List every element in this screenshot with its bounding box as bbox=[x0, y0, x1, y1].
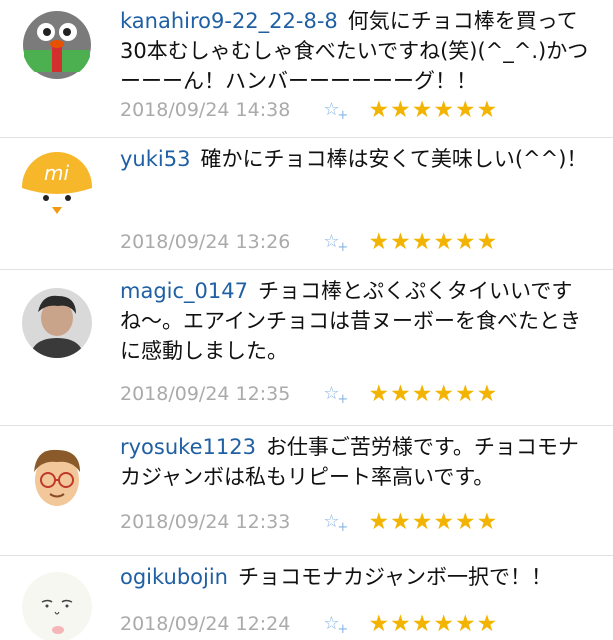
favorite-star-plus-icon[interactable]: ☆ + bbox=[323, 609, 351, 639]
comment-username[interactable]: ogikubojin bbox=[120, 565, 228, 589]
comment-username[interactable]: yuki53 bbox=[120, 147, 190, 171]
rating-stars: ★★★★★★ bbox=[368, 610, 499, 637]
svg-text:mi: mi bbox=[44, 161, 69, 185]
comment-item: ryosuke1123 お仕事ご苦労様です。チョコモナカジャンボは私もリピート率高… bbox=[0, 426, 613, 556]
comment-item: magic_0147 チョコ棒とぷくぷくタイいいですね〜。エアインチョコは昔ヌーボ… bbox=[0, 270, 613, 426]
rating-stars: ★★★★★★ bbox=[368, 228, 499, 255]
boy-glasses-avatar-icon bbox=[22, 442, 92, 512]
comment-timestamp: 2018/09/24 13:26 bbox=[120, 230, 291, 253]
comment-username[interactable]: kanahiro9-22_22-8-8 bbox=[120, 9, 338, 33]
sketch-face-avatar-icon bbox=[22, 572, 92, 640]
avatar-robot[interactable] bbox=[22, 10, 92, 80]
comment-timestamp: 2018/09/24 12:35 bbox=[120, 382, 291, 405]
favorite-star-plus-icon[interactable]: ☆ + bbox=[323, 379, 351, 409]
avatar-sketch-face[interactable] bbox=[22, 572, 92, 640]
comment-username[interactable]: magic_0147 bbox=[120, 279, 248, 303]
comment-timestamp: 2018/09/24 12:24 bbox=[120, 612, 291, 635]
rating-stars: ★★★★★★ bbox=[368, 508, 499, 535]
comment-item: kanahiro9-22_22-8-8 何気にチョコ棒を買って30本むしゃむしゃ食… bbox=[0, 0, 613, 138]
bird-avatar-icon: mi bbox=[22, 152, 92, 222]
comment-timestamp: 2018/09/24 12:33 bbox=[120, 510, 291, 533]
comment-text: 確かにチョコ棒は安くて美味しい(^^)！ bbox=[200, 147, 588, 171]
person-photo-avatar-icon bbox=[22, 288, 92, 358]
rating-stars: ★★★★★★ bbox=[368, 96, 499, 123]
rating-stars: ★★★★★★ bbox=[368, 380, 499, 407]
comment-text: チョコモナカジャンボ一択で！！ bbox=[238, 565, 552, 589]
comment-item: ogikubojin チョコモナカジャンボ一択で！！ 2018/09/24 12:… bbox=[0, 556, 613, 640]
avatar-mi-bird[interactable]: mi bbox=[22, 152, 92, 222]
comment-timestamp: 2018/09/24 14:38 bbox=[120, 98, 291, 121]
favorite-star-plus-icon[interactable]: ☆ + bbox=[323, 95, 351, 125]
robot-avatar-icon bbox=[23, 11, 91, 79]
comment-list: kanahiro9-22_22-8-8 何気にチョコ棒を買って30本むしゃむしゃ食… bbox=[0, 0, 613, 640]
favorite-star-plus-icon[interactable]: ☆ + bbox=[323, 227, 351, 257]
comment-username[interactable]: ryosuke1123 bbox=[120, 435, 256, 459]
avatar-glasses-boy[interactable] bbox=[22, 442, 92, 512]
comment-item: mi yuki53 確かにチョコ棒は安くて美味しい(^^)！ 2018/09/24… bbox=[0, 138, 613, 270]
avatar-photo[interactable] bbox=[22, 288, 92, 358]
favorite-star-plus-icon[interactable]: ☆ + bbox=[323, 507, 351, 537]
